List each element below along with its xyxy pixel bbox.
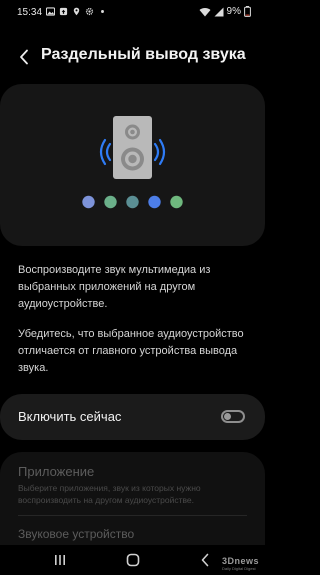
header: Раздельный вывод звука (0, 40, 265, 74)
device-section-title: Звуковое устройство (18, 527, 135, 541)
enable-now-switch[interactable] (221, 410, 245, 423)
gear-icon (85, 7, 94, 16)
color-dot (170, 195, 183, 209)
signal-icon (214, 7, 224, 16)
chevron-left-icon (20, 49, 28, 65)
enable-now-row[interactable]: Включить сейчас (0, 394, 265, 440)
speaker-illustration (82, 116, 183, 209)
page-title: Раздельный вывод звука (41, 46, 246, 63)
home-icon (126, 553, 140, 567)
location-icon (73, 7, 80, 16)
divider (18, 515, 247, 516)
battery-icon (244, 6, 251, 17)
status-notification-icons (46, 7, 107, 16)
back-icon (201, 553, 209, 567)
sound-wave-right-icon (153, 138, 166, 166)
upload-icon (59, 7, 68, 16)
app-section-subtitle: Выберите приложения, звук из которых нуж… (18, 483, 201, 505)
switch-knob (224, 413, 231, 420)
nav-back-button[interactable] (190, 551, 220, 569)
app-section-title: Приложение (18, 464, 95, 479)
color-dot (126, 195, 139, 209)
color-dot (148, 195, 161, 209)
wifi-icon (199, 7, 211, 16)
battery-percent: 9% (226, 6, 241, 17)
recent-apps-icon (55, 555, 65, 565)
image-icon (46, 7, 55, 16)
home-button[interactable] (118, 551, 148, 569)
status-time: 15:34 (17, 7, 43, 18)
color-dot (82, 195, 95, 209)
illustration-card (0, 84, 265, 246)
description-paragraph-2: Убедитесь, что выбранное аудиоустройство… (18, 328, 244, 374)
navigation-bar: 3Dnews Daily Digital Digest (0, 545, 265, 575)
color-dot (104, 195, 117, 209)
back-button[interactable] (12, 44, 36, 70)
enable-now-label: Включить сейчас (18, 409, 122, 424)
recent-apps-button[interactable] (45, 551, 75, 569)
speaker-icon (113, 116, 152, 179)
description-paragraph-1: Воспроизводите звук мультимедиа из выбра… (18, 264, 211, 310)
dot-icon (101, 10, 104, 13)
status-bar: 15:34 9% (0, 0, 265, 24)
watermark-logo: 3Dnews Daily Digital Digest (221, 556, 259, 571)
status-system-icons: 9% (199, 6, 251, 17)
sound-wave-left-icon (99, 138, 112, 166)
